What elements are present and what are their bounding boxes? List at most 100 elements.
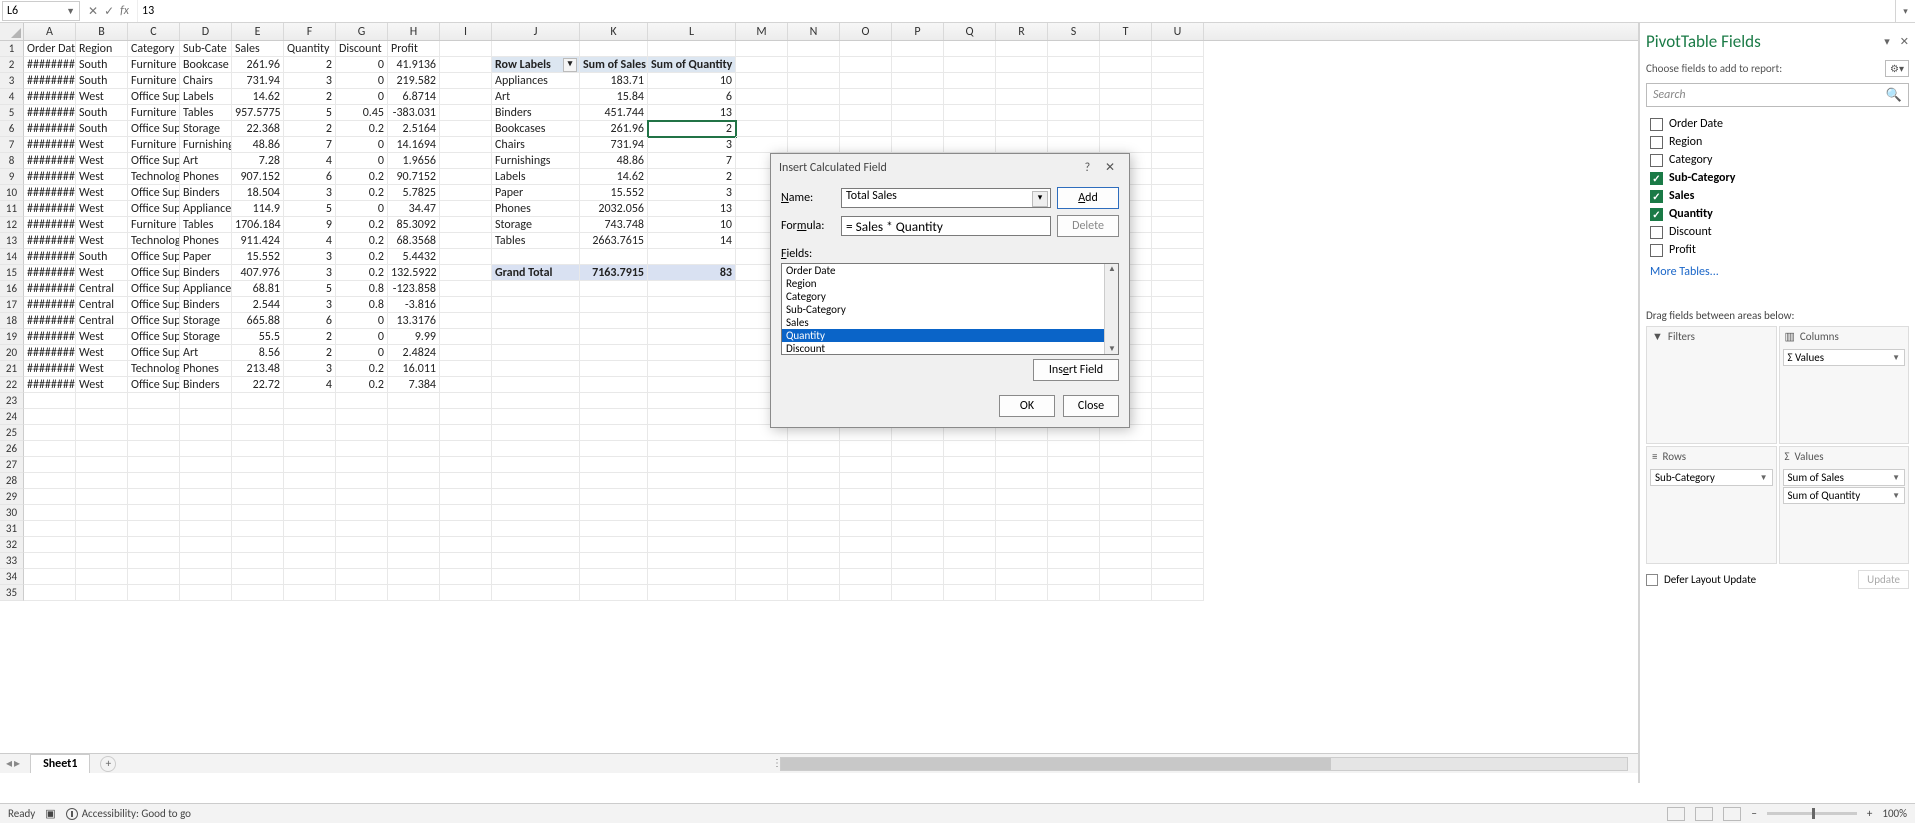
cell-P28[interactable] bbox=[892, 473, 944, 489]
cell-U7[interactable] bbox=[1152, 137, 1204, 153]
field-region[interactable]: Region bbox=[1646, 133, 1909, 151]
cell-F6[interactable]: 2 bbox=[284, 121, 336, 137]
cell-G30[interactable] bbox=[336, 505, 388, 521]
cell-L26[interactable] bbox=[648, 441, 736, 457]
cell-F14[interactable]: 3 bbox=[284, 249, 336, 265]
cell-U4[interactable] bbox=[1152, 89, 1204, 105]
cell-F3[interactable]: 3 bbox=[284, 73, 336, 89]
zoom-slider[interactable] bbox=[1767, 812, 1857, 815]
cell-L9[interactable]: 2 bbox=[648, 169, 736, 185]
row-header-27[interactable]: 27 bbox=[0, 457, 24, 473]
cell-I17[interactable] bbox=[440, 297, 492, 313]
field-checkbox[interactable] bbox=[1650, 244, 1663, 257]
ok-button[interactable]: OK bbox=[999, 395, 1055, 417]
cell-R5[interactable] bbox=[996, 105, 1048, 121]
cell-I13[interactable] bbox=[440, 233, 492, 249]
cell-G25[interactable] bbox=[336, 425, 388, 441]
cell-U19[interactable] bbox=[1152, 329, 1204, 345]
cell-Q29[interactable] bbox=[944, 489, 996, 505]
cell-R6[interactable] bbox=[996, 121, 1048, 137]
cell-U29[interactable] bbox=[1152, 489, 1204, 505]
column-header-g[interactable]: G bbox=[336, 23, 388, 40]
cell-G8[interactable]: 0 bbox=[336, 153, 388, 169]
cell-I25[interactable] bbox=[440, 425, 492, 441]
row-header-8[interactable]: 8 bbox=[0, 153, 24, 169]
cell-E28[interactable] bbox=[232, 473, 284, 489]
cell-I24[interactable] bbox=[440, 409, 492, 425]
cell-C2[interactable]: Furniture bbox=[128, 57, 180, 73]
cell-E10[interactable]: 18.504 bbox=[232, 185, 284, 201]
cell-T2[interactable] bbox=[1100, 57, 1152, 73]
cell-E22[interactable]: 22.72 bbox=[232, 377, 284, 393]
cell-E33[interactable] bbox=[232, 553, 284, 569]
cell-G6[interactable]: 0.2 bbox=[336, 121, 388, 137]
zoom-out-button[interactable]: − bbox=[1751, 807, 1756, 820]
enter-icon[interactable]: ✓ bbox=[104, 4, 114, 19]
column-header-r[interactable]: R bbox=[996, 23, 1048, 40]
cell-K4[interactable]: 15.84 bbox=[580, 89, 648, 105]
cell-T33[interactable] bbox=[1100, 553, 1152, 569]
cell-K27[interactable] bbox=[580, 457, 648, 473]
cell-G3[interactable]: 0 bbox=[336, 73, 388, 89]
cell-L32[interactable] bbox=[648, 537, 736, 553]
cell-G33[interactable] bbox=[336, 553, 388, 569]
cell-A30[interactable] bbox=[24, 505, 76, 521]
cell-L30[interactable] bbox=[648, 505, 736, 521]
cell-N32[interactable] bbox=[788, 537, 840, 553]
cell-E24[interactable] bbox=[232, 409, 284, 425]
cell-G7[interactable]: 0 bbox=[336, 137, 388, 153]
pane-dropdown-icon[interactable]: ▾ bbox=[1884, 35, 1890, 48]
cell-M31[interactable] bbox=[736, 521, 788, 537]
cell-T32[interactable] bbox=[1100, 537, 1152, 553]
cell-T3[interactable] bbox=[1100, 73, 1152, 89]
cell-U28[interactable] bbox=[1152, 473, 1204, 489]
field-sales[interactable]: Sales bbox=[1646, 187, 1909, 205]
cell-G15[interactable]: 0.2 bbox=[336, 265, 388, 281]
cell-O33[interactable] bbox=[840, 553, 892, 569]
cell-H8[interactable]: 1.9656 bbox=[388, 153, 440, 169]
cell-S32[interactable] bbox=[1048, 537, 1100, 553]
cell-P6[interactable] bbox=[892, 121, 944, 137]
row-header-10[interactable]: 10 bbox=[0, 185, 24, 201]
cell-F23[interactable] bbox=[284, 393, 336, 409]
cell-K12[interactable]: 743.748 bbox=[580, 217, 648, 233]
cell-G31[interactable] bbox=[336, 521, 388, 537]
cell-P4[interactable] bbox=[892, 89, 944, 105]
cell-M35[interactable] bbox=[736, 585, 788, 601]
cell-C14[interactable]: Office Sup bbox=[128, 249, 180, 265]
cell-S2[interactable] bbox=[1048, 57, 1100, 73]
cell-A29[interactable] bbox=[24, 489, 76, 505]
cell-E19[interactable]: 55.5 bbox=[232, 329, 284, 345]
cell-T1[interactable] bbox=[1100, 41, 1152, 57]
cell-R4[interactable] bbox=[996, 89, 1048, 105]
cell-R29[interactable] bbox=[996, 489, 1048, 505]
cell-F15[interactable]: 3 bbox=[284, 265, 336, 281]
cell-U17[interactable] bbox=[1152, 297, 1204, 313]
cell-A11[interactable]: ######## bbox=[24, 201, 76, 217]
cell-G1[interactable]: Discount bbox=[336, 41, 388, 57]
cell-J12[interactable]: Storage bbox=[492, 217, 580, 233]
cell-E12[interactable]: 1706.184 bbox=[232, 217, 284, 233]
cell-J25[interactable] bbox=[492, 425, 580, 441]
cell-D6[interactable]: Storage bbox=[180, 121, 232, 137]
field-option-discount[interactable]: Discount bbox=[782, 342, 1118, 355]
cell-E21[interactable]: 213.48 bbox=[232, 361, 284, 377]
cell-I20[interactable] bbox=[440, 345, 492, 361]
cell-C7[interactable]: Furniture bbox=[128, 137, 180, 153]
cell-L19[interactable] bbox=[648, 329, 736, 345]
cell-Q1[interactable] bbox=[944, 41, 996, 57]
cell-K33[interactable] bbox=[580, 553, 648, 569]
cell-H1[interactable]: Profit bbox=[388, 41, 440, 57]
cell-I16[interactable] bbox=[440, 281, 492, 297]
columns-area[interactable]: ▥Columns Σ Values▼ bbox=[1779, 326, 1910, 444]
page-break-view-button[interactable] bbox=[1723, 807, 1741, 821]
cell-B13[interactable]: West bbox=[76, 233, 128, 249]
cell-K6[interactable]: 261.96 bbox=[580, 121, 648, 137]
cell-L6[interactable]: 2 bbox=[648, 121, 736, 137]
cell-F34[interactable] bbox=[284, 569, 336, 585]
cell-M30[interactable] bbox=[736, 505, 788, 521]
more-tables-link[interactable]: More Tables... bbox=[1646, 265, 1909, 279]
cell-B26[interactable] bbox=[76, 441, 128, 457]
row-header-6[interactable]: 6 bbox=[0, 121, 24, 137]
column-header-i[interactable]: I bbox=[440, 23, 492, 40]
